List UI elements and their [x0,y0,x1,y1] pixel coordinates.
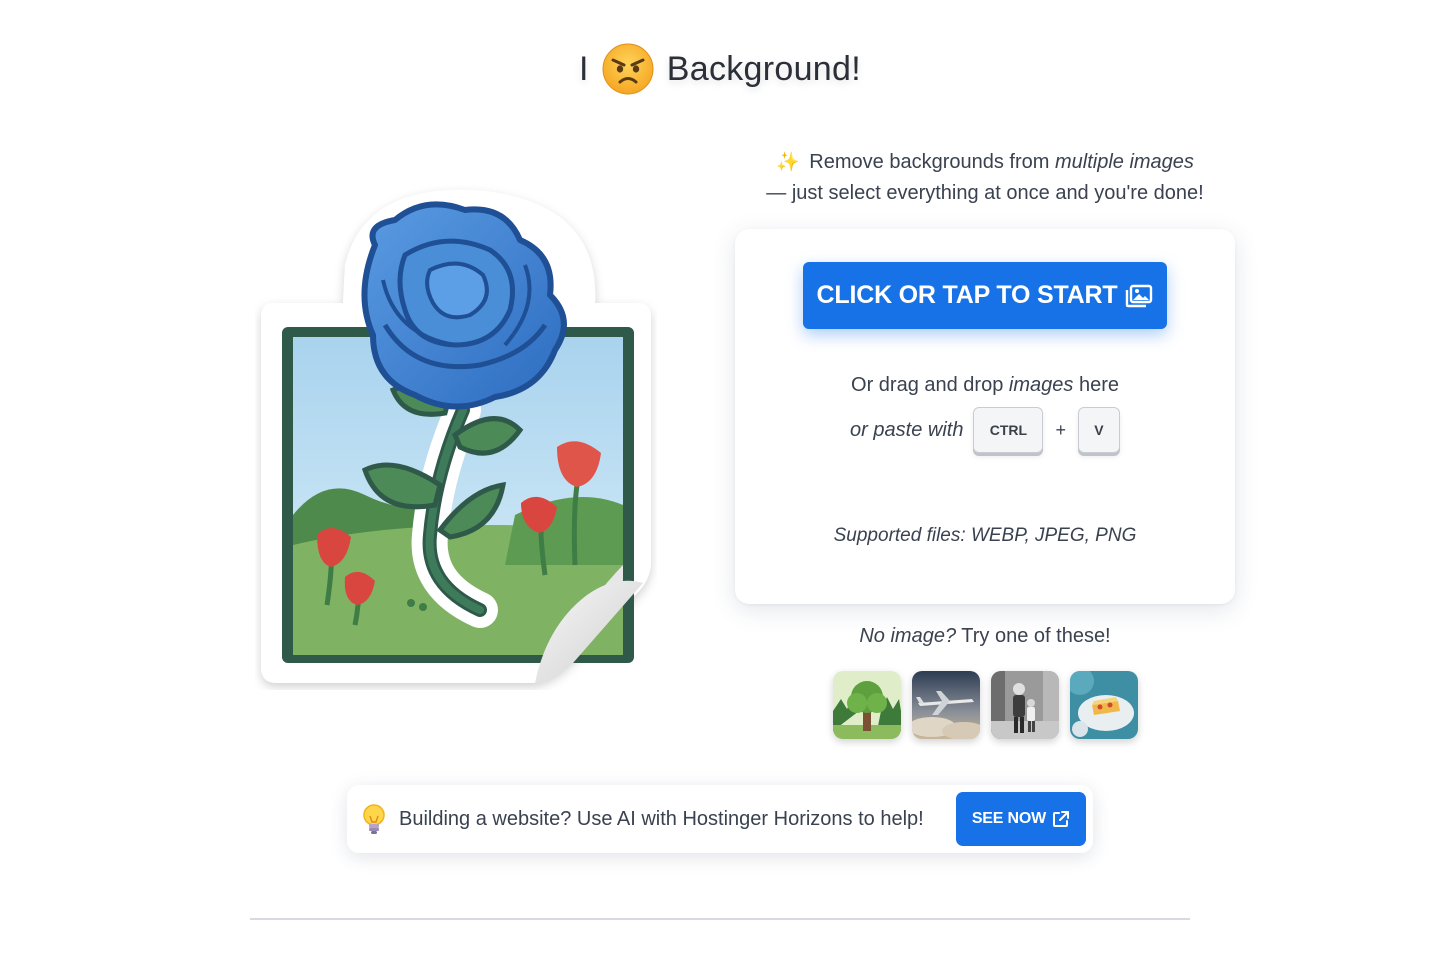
images-icon [1126,284,1153,307]
ctrl-key: CTRL [973,407,1044,453]
lightbulb-icon [363,804,385,834]
sample-food-thumbnail[interactable] [1070,671,1138,739]
start-upload-button[interactable]: CLICK OR TAP TO START [803,262,1167,329]
upload-dropzone[interactable]: CLICK OR TAP TO START Or drag and drop i… [735,229,1235,604]
rose-sticker-illustration [261,189,651,684]
v-key: V [1077,407,1120,453]
tagline-prefix: Remove backgrounds from [809,151,1050,173]
supported-label: Supported files: [833,525,966,546]
sample-prompt-emphasis: No image? [859,625,957,647]
tagline-emphasis: multiple images [1054,151,1194,173]
sample-images [833,671,1138,739]
title-prefix: I [579,49,589,88]
paste-label: or paste with [850,418,964,441]
tagline: ✨ Remove backgrounds from multiple image… [735,147,1235,208]
paste-hint: or paste with CTRL + V [735,407,1235,453]
see-now-button[interactable]: SEE NOW [955,792,1086,846]
sample-airplane-thumbnail[interactable] [912,671,980,739]
start-upload-label: CLICK OR TAP TO START [816,281,1118,309]
plus-sign: + [1055,419,1066,440]
external-link-icon [1053,811,1069,827]
see-now-label: SEE NOW [971,810,1046,827]
supported-formats: WEBP, JPEG, PNG [970,525,1137,546]
footer-divider [250,918,1190,920]
site-title: I Background! [0,42,1440,96]
supported-files: Supported files: WEBP, JPEG, PNG [735,525,1235,547]
sample-tree-thumbnail[interactable] [833,671,901,739]
promo-banner: Building a website? Use AI with Hostinge… [347,785,1093,853]
title-suffix: Background! [666,49,861,88]
drag-emphasis: images [1008,374,1074,396]
sample-prompt: No image? Try one of these! [735,625,1235,648]
sample-people-thumbnail[interactable] [991,671,1059,739]
drag-drop-hint: Or drag and drop images here [735,374,1235,397]
drag-prefix: Or drag and drop [851,374,1004,396]
tagline-line-2: — just select everything at once and you… [766,182,1204,204]
promo-text: Building a website? Use AI with Hostinge… [399,807,924,830]
sparkles-icon: ✨ [776,152,800,173]
sample-prompt-rest: Try one of these! [961,625,1111,647]
drag-suffix: here [1078,374,1119,396]
tagline-line-1: ✨ Remove backgrounds from multiple image… [735,147,1235,178]
angry-face-icon [602,43,654,95]
